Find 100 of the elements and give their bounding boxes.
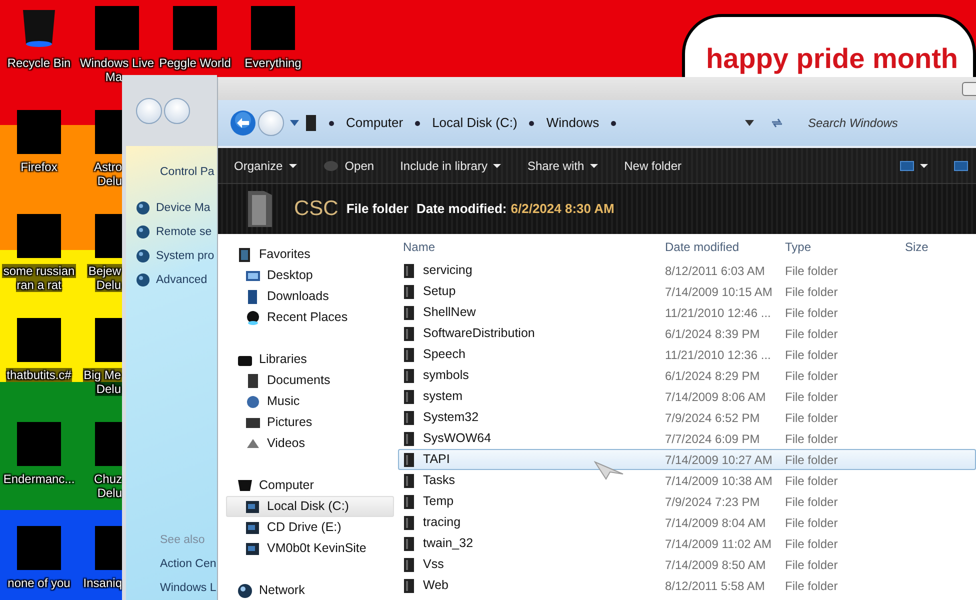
column-header[interactable]: Date modified	[661, 238, 781, 256]
redaction-block[interactable]	[17, 318, 61, 362]
file-name: TAPI	[423, 451, 450, 468]
redaction-block[interactable]	[95, 526, 122, 570]
document-icon	[245, 372, 261, 388]
back-button[interactable]	[230, 110, 256, 136]
toolbar-button[interactable]: Include in library	[400, 154, 502, 176]
file-name: System32	[423, 409, 479, 426]
task-link[interactable]: Windows L	[160, 582, 216, 594]
type-cell-text: File folder	[784, 346, 839, 364]
file-row[interactable]: Setup 7/14/2009 10:15 AM File folder	[398, 281, 976, 302]
nav-item[interactable]: Network	[226, 580, 394, 600]
task-link[interactable]: Device Ma	[156, 196, 210, 220]
breadcrumb-item[interactable]: Computer	[346, 113, 404, 133]
toolbar-button[interactable]: Share with	[527, 154, 598, 176]
network-icon	[237, 582, 253, 598]
nav-item[interactable]: Recent Places	[226, 307, 394, 328]
type-cell-text: File folder	[784, 472, 839, 490]
nav-item[interactable]: Local Disk (C:)	[226, 496, 394, 517]
forward-button[interactable]	[164, 98, 190, 124]
task-link[interactable]: System pro	[156, 244, 214, 268]
redaction-block[interactable]	[17, 110, 61, 154]
date-cell-text: 7/14/2009 8:50 AM	[664, 556, 767, 574]
file-row[interactable]: Speech 11/21/2010 12:36 ... File folder	[398, 344, 976, 365]
drive-icon	[322, 160, 339, 172]
date-cell-text: 11/21/2010 12:46 ...	[664, 304, 772, 322]
file-name: Speech	[423, 346, 466, 364]
file-name: ShellNew	[423, 304, 476, 322]
file-row[interactable]: servicing 8/12/2011 6:03 AM File folder	[398, 260, 976, 281]
redaction-block[interactable]	[95, 422, 122, 466]
redaction-block[interactable]	[95, 214, 122, 258]
redaction-block[interactable]	[95, 6, 139, 50]
nav-item[interactable]: Libraries	[226, 349, 394, 370]
breadcrumb-item[interactable]: Windows	[546, 113, 600, 133]
folder-icon	[403, 388, 415, 404]
nav-item[interactable]: VM0b0t KevinSite	[226, 538, 394, 559]
file-row[interactable]: SysWOW64 7/7/2024 6:09 PM File folder	[398, 428, 976, 449]
nav-item[interactable]: Music	[226, 391, 394, 412]
folder-icon	[246, 189, 274, 229]
date-cell-text: 6/1/2024 8:39 PM	[664, 326, 761, 342]
redaction-block[interactable]	[17, 422, 61, 466]
task-link[interactable]: Remote se	[156, 220, 212, 244]
redaction-block[interactable]	[251, 6, 295, 50]
folder-icon	[403, 536, 415, 552]
drive-icon	[245, 520, 261, 536]
nav-item[interactable]: Videos	[226, 433, 394, 454]
redaction-block[interactable]	[173, 6, 217, 50]
date-cell-text: 7/14/2009 10:38 AM	[664, 472, 774, 490]
folder-icon	[403, 304, 415, 320]
task-link[interactable]: Action Cen	[160, 558, 216, 570]
icon-label: Delu	[95, 278, 122, 292]
redaction-block[interactable]	[17, 214, 61, 258]
nav-item[interactable]: CD Drive (E:)	[226, 517, 394, 538]
toolbar-button[interactable]: Open	[322, 154, 374, 176]
toolbar-button[interactable]: New folder	[624, 154, 682, 176]
back-button[interactable]	[136, 98, 162, 124]
column-header[interactable]: Name	[399, 238, 661, 256]
search-field[interactable]: Search Windows	[806, 113, 976, 133]
file-row[interactable]: Tasks 7/14/2009 10:38 AM File folder	[398, 470, 976, 491]
file-name: symbols	[423, 367, 469, 384]
task-link[interactable]: Advanced	[156, 268, 208, 292]
nav-item[interactable]: Favorites	[226, 244, 394, 265]
file-name: SoftwareDistribution	[423, 325, 535, 342]
forward-button[interactable]	[258, 110, 284, 136]
minimize-button[interactable]	[962, 82, 976, 96]
toolbar-button[interactable]: Organize	[234, 154, 297, 176]
nav-item[interactable]: Computer	[226, 475, 394, 496]
file-name: Web	[423, 577, 448, 594]
date-cell-text: 7/7/2024 6:09 PM	[664, 430, 761, 448]
nav-item[interactable]: Documents	[226, 370, 394, 391]
date-label: Date modified:	[416, 200, 507, 218]
preview-pane-icon[interactable]	[954, 160, 968, 170]
dropdown-arrow-icon	[745, 120, 754, 126]
file-row[interactable]: TAPI 7/14/2009 10:27 AM File folder	[398, 449, 976, 470]
redaction-block[interactable]	[17, 526, 61, 570]
file-row[interactable]: twain_32 7/14/2009 11:02 AM File folder	[398, 533, 976, 554]
file-row[interactable]: System32 7/9/2024 6:52 PM File folder	[398, 407, 976, 428]
file-row[interactable]: symbols 6/1/2024 8:29 PM File folder	[398, 365, 976, 386]
view-button[interactable]	[900, 158, 928, 172]
column-header[interactable]: Size	[901, 238, 928, 256]
file-row[interactable]: tracing 7/14/2009 8:04 AM File folder	[398, 512, 976, 533]
date-cell-text: 7/9/2024 6:52 PM	[664, 410, 761, 426]
file-name: twain_32	[423, 535, 474, 552]
file-row[interactable]: Temp 7/9/2024 7:23 PM File folder	[398, 491, 976, 512]
file-row[interactable]: SoftwareDistribution 6/1/2024 8:39 PM File folder	[398, 323, 976, 344]
column-header[interactable]: Type	[781, 238, 901, 256]
file-row[interactable]: Web 8/12/2011 5:58 AM File folder	[398, 575, 976, 596]
nav-item[interactable]: Desktop	[226, 265, 394, 286]
nav-item[interactable]: Downloads	[226, 286, 394, 307]
file-name: Tasks	[423, 472, 455, 490]
file-name: system	[423, 388, 463, 406]
file-row[interactable]: ShellNew 11/21/2010 12:46 ... File folder	[398, 302, 976, 323]
redaction-block[interactable]	[95, 110, 122, 154]
nav-item[interactable]: Pictures	[226, 412, 394, 433]
file-row[interactable]: Vss 7/14/2009 8:50 AM File folder	[398, 554, 976, 575]
folder-icon	[403, 494, 415, 510]
redaction-block[interactable]	[95, 318, 122, 362]
breadcrumb-item[interactable]: Local Disk (C:)	[432, 113, 518, 133]
icon-label: Recycle Bin	[7, 56, 71, 70]
file-row[interactable]: system 7/14/2009 8:06 AM File folder	[398, 386, 976, 407]
